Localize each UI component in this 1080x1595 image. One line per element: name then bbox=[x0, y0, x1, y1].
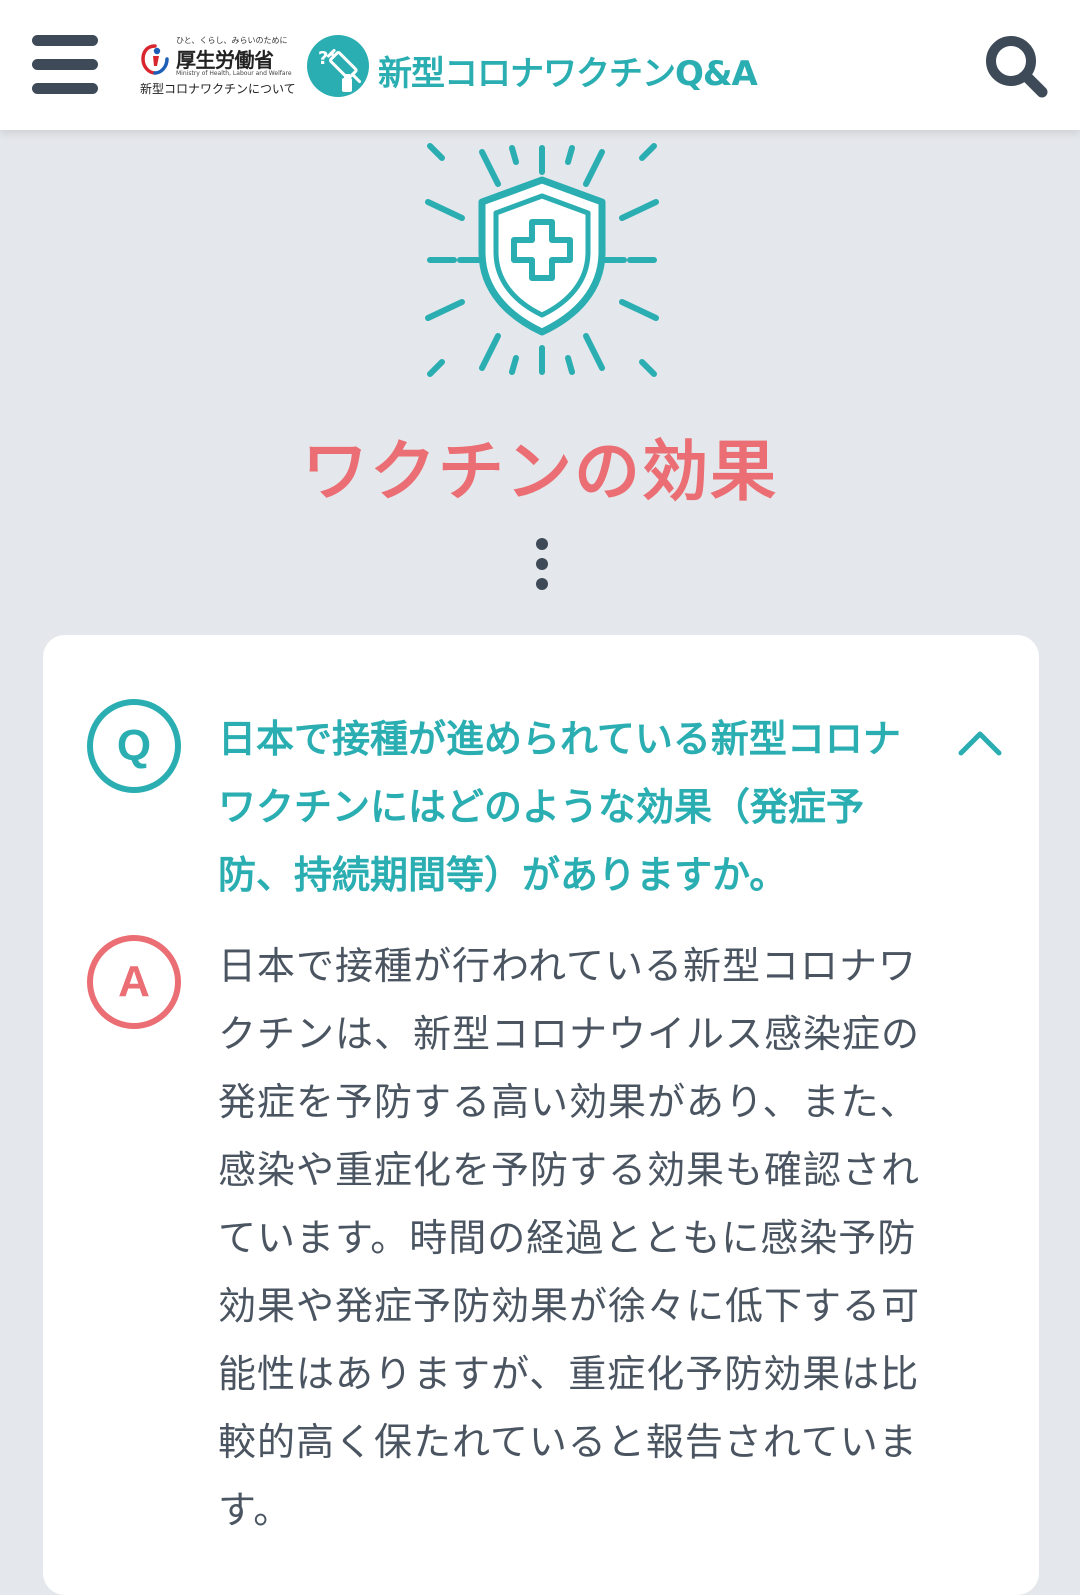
chevron-up-icon[interactable] bbox=[955, 723, 1005, 763]
ministry-mark-icon bbox=[141, 44, 169, 75]
section-title: ワクチンの効果 bbox=[302, 433, 778, 510]
ministry-subtitle: 新型コロナワクチンについて bbox=[140, 82, 296, 96]
ministry-logo[interactable]: ひと、くらし、みらいのために 厚生労働省 Ministry of Health,… bbox=[136, 34, 296, 98]
vaccine-syringe-icon: ? bbox=[307, 35, 369, 97]
answer-text: 日本で接種が行われている新型コロナワクチンは、新型コロナウイルス感染症の発症を予… bbox=[218, 944, 921, 1532]
faq-card: Q 日本で接種が進められている新型コロナワクチンにはどのような効果（発症予防、持… bbox=[43, 635, 1039, 1595]
ministry-name: 厚生労働省 bbox=[176, 48, 274, 72]
question-text[interactable]: 日本で接種が進められている新型コロナワクチンにはどのような効果（発症予防、持続期… bbox=[218, 705, 934, 909]
search-icon[interactable] bbox=[980, 30, 1054, 104]
shield-cross-icon bbox=[425, 143, 659, 377]
question-badge: Q bbox=[87, 699, 181, 793]
site-header: ひと、くらし、みらいのために 厚生労働省 Ministry of Health,… bbox=[0, 0, 1080, 130]
site-title: 新型コロナワクチンQ&A bbox=[378, 54, 758, 94]
ministry-english-name: Ministry of Health, Labour and Welfare bbox=[176, 70, 292, 77]
svg-text:?: ? bbox=[318, 48, 328, 69]
hamburger-menu-icon[interactable] bbox=[30, 30, 100, 100]
answer-badge: A bbox=[87, 935, 181, 1029]
vertical-dots-divider bbox=[532, 538, 552, 594]
